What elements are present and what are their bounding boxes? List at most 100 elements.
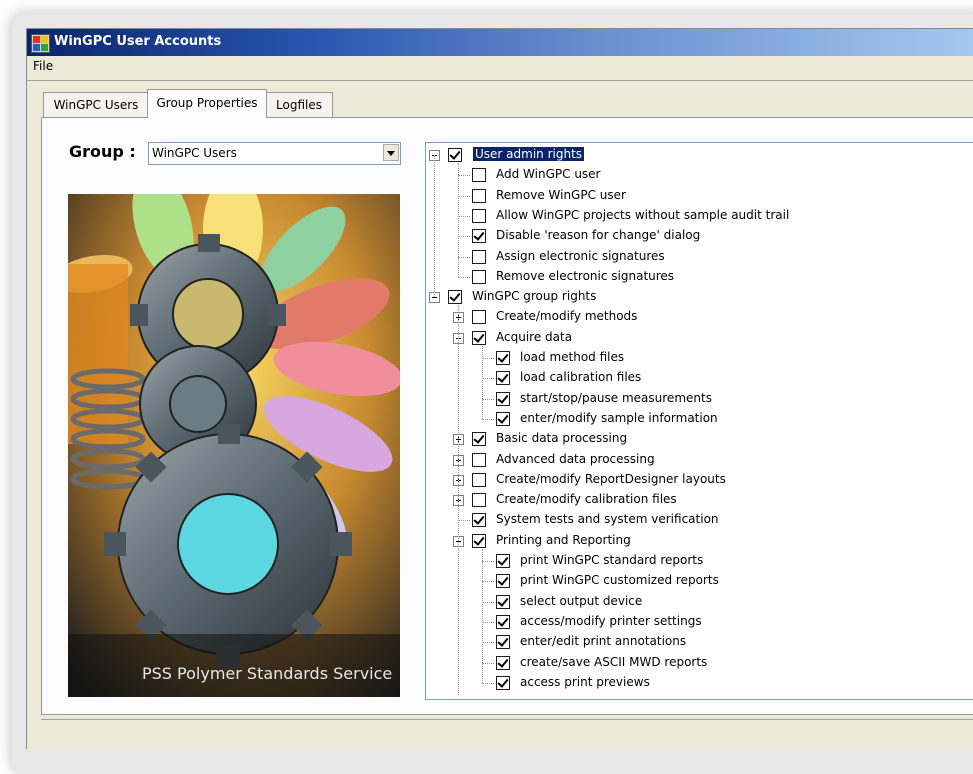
tree-node-label[interactable]: Acquire data <box>496 330 572 344</box>
tree-node[interactable]: access print previews <box>426 673 973 693</box>
tree-node[interactable]: Assign electronic signatures <box>426 247 973 267</box>
tree-node[interactable]: Advanced data processing <box>426 450 973 470</box>
tree-node-label[interactable]: Create/modify methods <box>496 309 637 323</box>
checkbox-checked[interactable] <box>496 594 510 609</box>
tree-node-label[interactable]: load method files <box>520 350 624 364</box>
checkbox-checked[interactable] <box>496 635 510 650</box>
checkbox-unchecked[interactable] <box>472 208 486 223</box>
tree-node[interactable]: enter/modify sample information <box>426 409 973 429</box>
tree-connector <box>434 155 436 298</box>
tree-node[interactable]: Basic data processing <box>426 429 973 449</box>
tree-node[interactable]: Acquire data <box>426 328 973 348</box>
checkbox-checked[interactable] <box>496 554 510 568</box>
tree-node[interactable]: start/stop/pause measurements <box>426 389 973 409</box>
tree-node[interactable]: Disable 'reason for change' dialog <box>426 226 973 246</box>
tree-node-label[interactable]: print WinGPC customized reports <box>520 573 719 587</box>
tree-node-label[interactable]: print WinGPC standard reports <box>520 553 703 567</box>
tree-node-label[interactable]: create/save ASCII MWD reports <box>520 655 707 669</box>
checkbox-unchecked[interactable] <box>472 168 486 183</box>
tab-wingpc-users[interactable]: WinGPC Users <box>43 92 149 117</box>
tree-node[interactable]: System tests and system verification <box>426 510 973 530</box>
tree-node[interactable]: Allow WinGPC projects without sample aud… <box>426 206 973 226</box>
tree-node[interactable]: create/save ASCII MWD reports <box>426 653 973 673</box>
tree-node-label[interactable]: Add WinGPC user <box>496 167 601 181</box>
tree-node-label[interactable]: WinGPC group rights <box>472 289 596 303</box>
tree-node-label[interactable]: System tests and system verification <box>496 512 719 526</box>
tree-connector <box>482 548 484 683</box>
tree-node[interactable]: Remove WinGPC user <box>426 186 973 206</box>
checkbox-checked[interactable] <box>496 411 510 426</box>
tree-node-label[interactable]: start/stop/pause measurements <box>520 391 712 405</box>
tree-node-label[interactable]: Create/modify ReportDesigner layouts <box>496 472 726 486</box>
checkbox-unchecked[interactable] <box>472 188 486 203</box>
tree-connector <box>458 163 460 277</box>
tree-node-label[interactable]: Disable 'reason for change' dialog <box>496 228 700 242</box>
tree-node-label[interactable]: Allow WinGPC projects without sample aud… <box>496 208 789 222</box>
menu-divider <box>27 80 973 81</box>
tree-node[interactable]: select output device <box>426 592 973 612</box>
checkbox-unchecked[interactable] <box>472 269 486 284</box>
tree-node-label[interactable]: enter/edit print annotations <box>520 634 686 648</box>
group-select[interactable]: WinGPC Users <box>148 142 401 165</box>
tree-node-label[interactable]: access print previews <box>520 675 650 689</box>
tree-node[interactable]: print WinGPC standard reports <box>426 551 973 571</box>
menu-file[interactable]: File <box>33 59 53 73</box>
tree-node-label[interactable]: Printing and Reporting <box>496 533 631 547</box>
checkbox-checked[interactable] <box>448 290 462 305</box>
tree-node[interactable]: load method files <box>426 348 973 368</box>
checkbox-checked[interactable] <box>496 655 510 670</box>
tree-node-label[interactable]: Create/modify calibration files <box>496 492 677 506</box>
tree-node[interactable]: Printing and Reporting <box>426 531 973 551</box>
checkbox-unchecked[interactable] <box>472 310 486 325</box>
checkbox-unchecked[interactable] <box>472 452 486 467</box>
tree-node[interactable]: WinGPC group rights <box>426 287 973 307</box>
checkbox-unchecked[interactable] <box>472 472 486 487</box>
checkbox-checked[interactable] <box>472 513 486 528</box>
tree-node[interactable]: print WinGPC customized reports <box>426 571 973 591</box>
tree-node[interactable]: Create/modify calibration files <box>426 490 973 510</box>
checkbox-checked[interactable] <box>472 229 486 244</box>
tab-group-properties[interactable]: Group Properties <box>147 89 267 118</box>
pss-banner-image: PSS Polymer Standards Service <box>68 194 400 697</box>
tree-node[interactable]: load calibration files <box>426 368 973 388</box>
group-label: Group : <box>69 142 136 161</box>
tree-node-label[interactable]: access/modify printer settings <box>520 614 702 628</box>
tree-node[interactable]: enter/edit print annotations <box>426 632 973 652</box>
rights-tree-view[interactable]: User admin rights Add WinGPC user Remove W… <box>425 142 973 700</box>
tree-node-label[interactable]: Assign electronic signatures <box>496 249 665 263</box>
tree-node-label[interactable]: load calibration files <box>520 370 641 384</box>
tree-node[interactable]: Create/modify ReportDesigner layouts <box>426 470 973 490</box>
app-icon <box>31 34 50 53</box>
tree-node-label[interactable]: Advanced data processing <box>496 452 655 466</box>
tree-node-label[interactable]: select output device <box>520 594 642 608</box>
tree-node-label[interactable]: User admin rights <box>473 147 585 161</box>
tree-node-label[interactable]: Remove WinGPC user <box>496 188 626 202</box>
tree-connector <box>482 345 484 419</box>
checkbox-checked[interactable] <box>496 351 510 365</box>
tree-node-label[interactable]: Remove electronic signatures <box>496 269 674 283</box>
tree-node[interactable]: Add WinGPC user <box>426 165 973 185</box>
checkbox-checked[interactable] <box>448 148 462 162</box>
checkbox-checked[interactable] <box>496 574 510 589</box>
checkbox-checked[interactable] <box>472 330 486 345</box>
checkbox-checked[interactable] <box>496 371 510 386</box>
checkbox-checked[interactable] <box>472 432 486 447</box>
checkbox-unchecked[interactable] <box>472 493 486 508</box>
title-bar[interactable]: WinGPC User Accounts <box>27 29 973 56</box>
tree-node[interactable]: Remove electronic signatures <box>426 267 973 287</box>
tree-node[interactable]: User admin rights <box>426 145 973 165</box>
group-select-value: WinGPC Users <box>152 146 237 160</box>
tree-connector <box>482 418 494 421</box>
checkbox-checked[interactable] <box>496 675 510 690</box>
checkbox-checked[interactable] <box>496 614 510 629</box>
tree-node-label[interactable]: Basic data processing <box>496 431 627 445</box>
tree-node[interactable]: access/modify printer settings <box>426 612 973 632</box>
tree-node-label[interactable]: enter/modify sample information <box>520 411 718 425</box>
tab-logfiles[interactable]: Logfiles <box>265 92 333 117</box>
checkbox-unchecked[interactable] <box>472 249 486 264</box>
checkbox-checked[interactable] <box>496 391 510 406</box>
chevron-down-icon[interactable] <box>383 144 399 161</box>
tree-node[interactable]: Create/modify methods <box>426 307 973 327</box>
app-window: WinGPC User Accounts File WinGPC Users G… <box>26 28 973 749</box>
checkbox-checked[interactable] <box>472 533 486 548</box>
